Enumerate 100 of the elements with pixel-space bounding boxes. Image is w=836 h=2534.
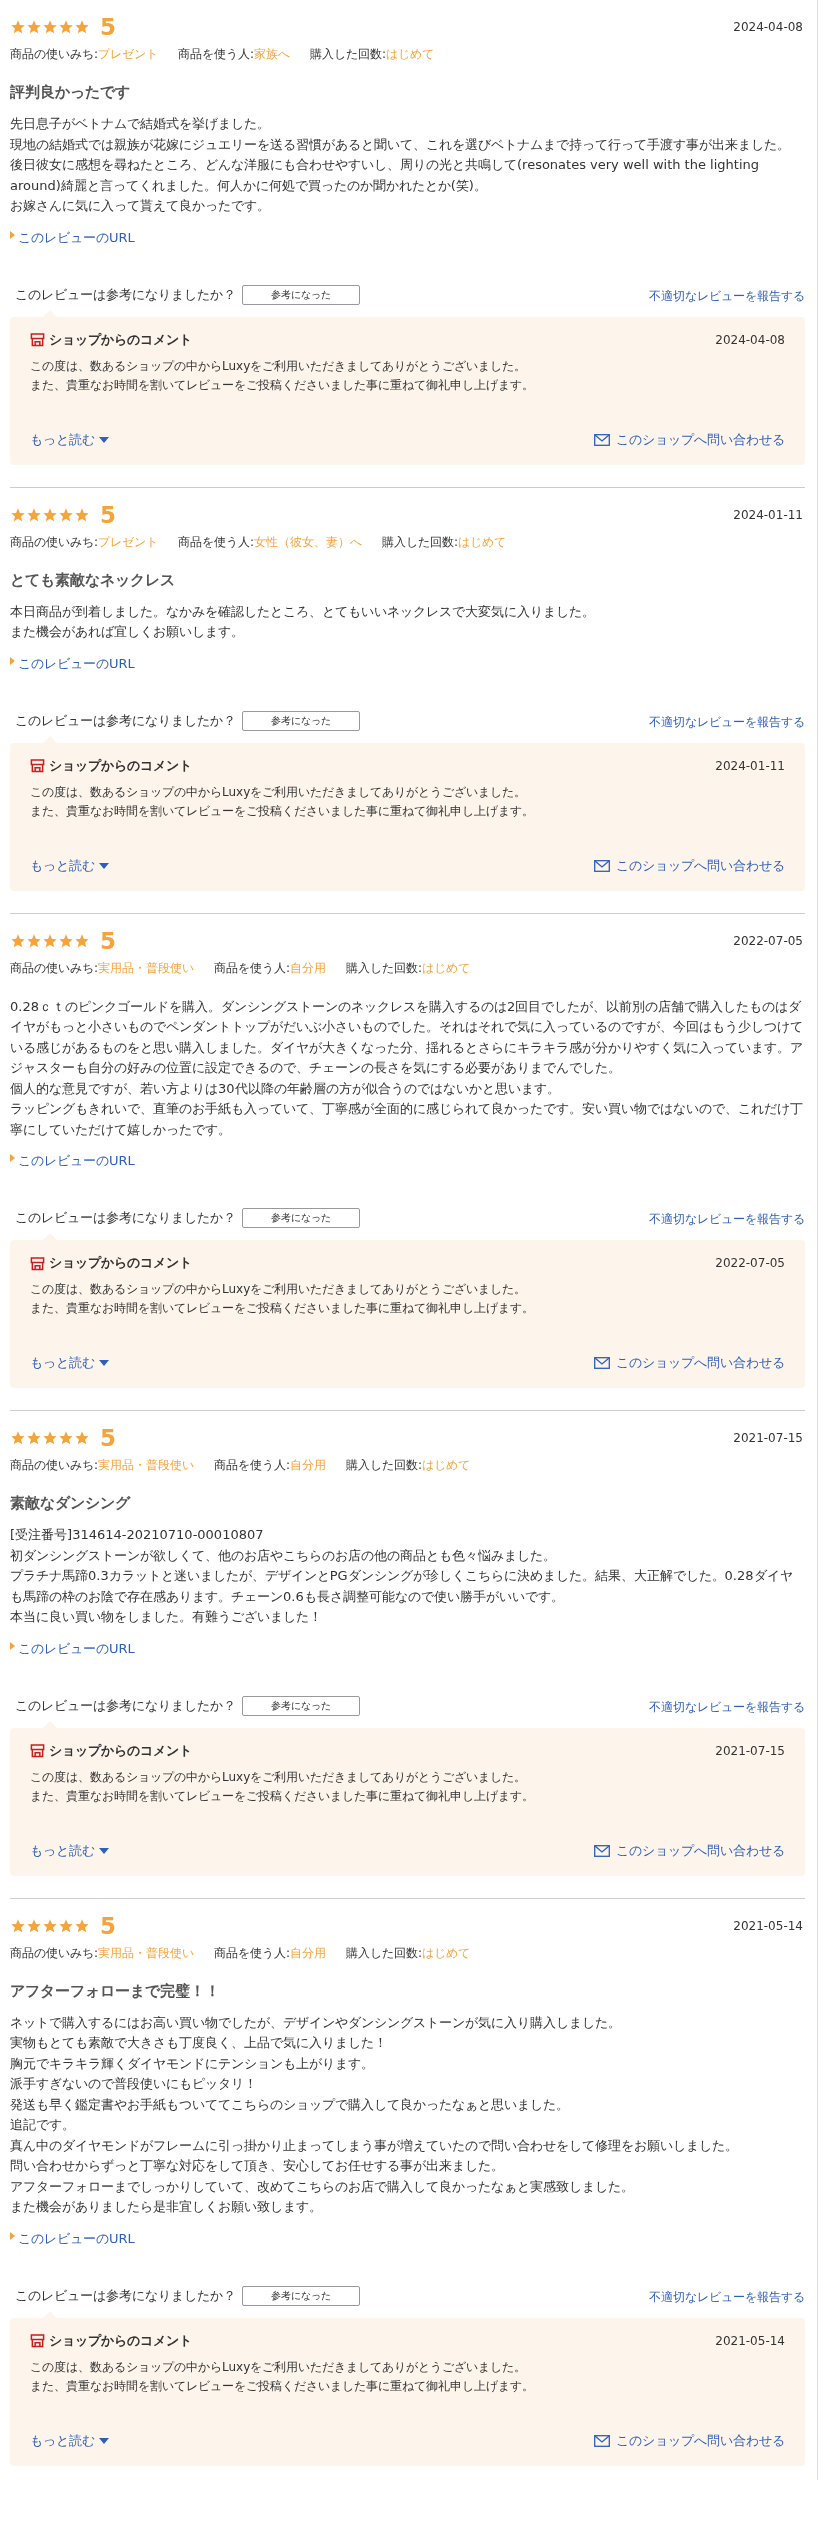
caret-icon bbox=[99, 1360, 109, 1366]
shop-comment-heading: ショップからのコメント bbox=[49, 1254, 192, 1272]
meta-label: 商品を使う人: bbox=[178, 47, 255, 61]
review-text: ネットで購入するにはお高い買い物でしたが、デザインやダンシングストーンが気に入り購入しました。 bbox=[10, 2013, 622, 2032]
review-text: [受注番号]314614-20210710-00010807 bbox=[10, 1526, 265, 1544]
review-title: アフターフォローまで完璧！！ bbox=[10, 1981, 221, 2001]
envelope-icon bbox=[594, 433, 610, 446]
review-text: お嫁さんに気に入って貰えて良かったです。 bbox=[10, 197, 271, 215]
review-text: アフターフォローまでしっかりしていて、改めてこちらのお店で購入して良かったなぁと実感致しました。 bbox=[10, 2177, 635, 2196]
meta-label: 商品の使いみち: bbox=[10, 1945, 99, 1960]
contact-shop-link[interactable]: このショップへ問い合わせる bbox=[594, 1354, 785, 1372]
shop-comment-text: また、貴重なお時間を割いてレビューをご投稿くださいました事に重ねて御礼申し上げます。 bbox=[30, 1787, 535, 1805]
review-text: 実物もとても素敵で大きさも丁度良く、上品で気に入りました！ bbox=[10, 2034, 388, 2052]
triangle-icon bbox=[10, 1154, 15, 1162]
contact-shop-link[interactable]: このショップへ問い合わせる bbox=[594, 2431, 785, 2450]
meta-value: 自分用 bbox=[290, 960, 327, 975]
envelope-icon bbox=[594, 1357, 610, 1369]
shop-comment-text: この度は、数あるショップの中からLuxyをご利用いただきましてありがとうございました。 bbox=[30, 783, 528, 801]
star-icon bbox=[42, 19, 58, 35]
triangle-icon bbox=[10, 656, 15, 665]
meta-value: はじめて bbox=[386, 47, 435, 61]
report-link[interactable]: 不適切なレビューを報告する bbox=[649, 1211, 805, 1228]
meta-label: 商品を使う人: bbox=[178, 534, 255, 549]
report-link[interactable]: 不適切なレビューを報告する bbox=[649, 287, 805, 305]
contact-shop-link[interactable]: このショップへ問い合わせる bbox=[594, 430, 785, 449]
comment-date: 2021-05-14 bbox=[715, 2333, 785, 2348]
read-more-link[interactable]: もっと読む bbox=[30, 1354, 109, 1372]
shop-comment-heading: ショップからのコメント bbox=[49, 2331, 192, 2350]
review-title: 素敵なダンシング bbox=[10, 1494, 132, 1513]
review-date: 2021-05-14 bbox=[733, 1918, 803, 1933]
review-url-link[interactable]: このレビューのURL bbox=[18, 228, 135, 247]
review-text: また機会があれば宜しくお願いします。 bbox=[10, 623, 245, 641]
review-title: 評判良かったです bbox=[10, 83, 131, 102]
review-date: 2024-01-11 bbox=[733, 507, 803, 522]
meta-label: 商品の使いみち: bbox=[10, 960, 99, 975]
rating-score: 5 bbox=[100, 14, 116, 40]
meta-value: 家族へ bbox=[254, 47, 291, 61]
caret-icon bbox=[99, 862, 109, 869]
review-text: 追記です。 bbox=[10, 2116, 76, 2134]
envelope-icon bbox=[594, 1844, 610, 1857]
report-link[interactable]: 不適切なレビューを報告する bbox=[649, 713, 805, 731]
review-text: 本日商品が到着しました。なかみを確認したところ、とてもいいネックレスで大変気に入りました。 bbox=[10, 602, 596, 621]
star-icon bbox=[58, 19, 74, 35]
triangle-icon bbox=[10, 2231, 15, 2240]
meta-value: プレゼント bbox=[98, 47, 159, 61]
meta-value: 実用品・普段使い bbox=[98, 1458, 195, 1472]
review-text: 問い合わせからずっと丁寧な対応をして頂き、安心してお任せする事が出来ました。 bbox=[10, 2157, 505, 2175]
meta-label: 購入した回数: bbox=[346, 1458, 423, 1472]
review-text: 現地の結婚式では親族が花嫁にジュエリーを送る習慣があると聞いて、これを選びベトナムまで持って行って手渡す事が出来ました。 bbox=[10, 135, 791, 154]
star-icon bbox=[58, 1430, 74, 1446]
review-url-link[interactable]: このレビューのURL bbox=[18, 1639, 135, 1658]
rating-score: 5 bbox=[100, 1912, 116, 1939]
meta-label: 購入した回数: bbox=[382, 534, 459, 549]
shop-comment-text: この度は、数あるショップの中からLuxyをご利用いただきましてありがとうございました。 bbox=[30, 2358, 528, 2376]
review-text: 胸元でキラキラ輝くダイヤモンドにテンションも上がります。 bbox=[10, 2054, 375, 2073]
review-url-link[interactable]: このレビューのURL bbox=[18, 1152, 135, 1170]
contact-shop-link[interactable]: このショップへ問い合わせる bbox=[594, 856, 785, 875]
report-link[interactable]: 不適切なレビューを報告する bbox=[649, 1698, 805, 1716]
meta-label: 購入した回数: bbox=[346, 1945, 423, 1960]
meta-label: 購入した回数: bbox=[310, 47, 387, 61]
review-url-link[interactable]: このレビューのURL bbox=[18, 654, 135, 673]
helpful-question: このレビューは参考になりましたか？ bbox=[15, 2286, 236, 2305]
read-more-link[interactable]: もっと読む bbox=[30, 2431, 109, 2450]
review-url-link[interactable]: このレビューのURL bbox=[18, 2229, 135, 2248]
shop-comment-text: また、貴重なお時間を割いてレビューをご投稿くださいました事に重ねて御礼申し上げます。 bbox=[30, 2377, 535, 2395]
helpful-button[interactable]: 参考になった bbox=[242, 710, 360, 731]
review-text: 初ダンシングストーンが欲しくて、他のお店やこちらのお店の他の商品とも色々悩みました。 bbox=[10, 1546, 557, 1565]
contact-shop-link[interactable]: このショップへ問い合わせる bbox=[594, 1841, 785, 1860]
meta-value: 自分用 bbox=[290, 1458, 327, 1472]
read-more-link[interactable]: もっと読む bbox=[30, 856, 109, 875]
meta-value: はじめて bbox=[422, 1945, 471, 1960]
shop-comment-heading: ショップからのコメント bbox=[49, 1741, 192, 1760]
meta-value: はじめて bbox=[422, 1458, 471, 1472]
meta-label: 購入した回数: bbox=[346, 960, 423, 975]
meta-value: 女性（彼女、妻）へ bbox=[254, 534, 363, 549]
helpful-button[interactable]: 参考になった bbox=[242, 1695, 360, 1716]
triangle-icon bbox=[10, 230, 15, 239]
comment-date: 2021-07-15 bbox=[715, 1743, 785, 1758]
meta-label: 商品を使う人: bbox=[214, 960, 291, 975]
read-more-link[interactable]: もっと読む bbox=[30, 430, 109, 449]
meta-value: 実用品・普段使い bbox=[98, 1945, 195, 1960]
shop-icon bbox=[30, 1743, 45, 1758]
shop-icon bbox=[30, 758, 45, 773]
helpful-button[interactable]: 参考になった bbox=[242, 1208, 360, 1228]
read-more-link[interactable]: もっと読む bbox=[30, 1841, 109, 1860]
review-text: 発送も早く鑑定書やお手紙もついててこちらのショップで購入して良かったなぁと思いました。 bbox=[10, 2095, 570, 2114]
shop-comment-text: また、貴重なお時間を割いてレビューをご投稿くださいました事に重ねて御礼申し上げます。 bbox=[30, 1300, 535, 1317]
envelope-icon bbox=[594, 2434, 610, 2447]
triangle-icon bbox=[10, 1641, 15, 1650]
report-link[interactable]: 不適切なレビューを報告する bbox=[649, 2288, 805, 2306]
meta-value: はじめて bbox=[422, 960, 471, 975]
rating-score: 5 bbox=[100, 927, 116, 954]
review-text: 後日彼女に感想を尋ねたところ、どんな洋服にも合わせやすいし、周りの光と共鳴して(resonates very well with the lighting around)綺麗と言ってくれました。何人かに何処で買ったのか聞かれたとか(笑)。 bbox=[10, 156, 760, 195]
star-icon bbox=[10, 19, 26, 35]
meta-value: 実用品・普段使い bbox=[98, 960, 195, 975]
helpful-button[interactable]: 参考になった bbox=[242, 2285, 360, 2306]
helpful-button[interactable]: 参考になった bbox=[242, 284, 360, 305]
meta-label: 商品の使いみち: bbox=[10, 1458, 99, 1472]
comment-date: 2022-07-05 bbox=[715, 1256, 785, 1270]
shop-comment-text: この度は、数あるショップの中からLuxyをご利用いただきましてありがとうございました。 bbox=[30, 1281, 528, 1298]
